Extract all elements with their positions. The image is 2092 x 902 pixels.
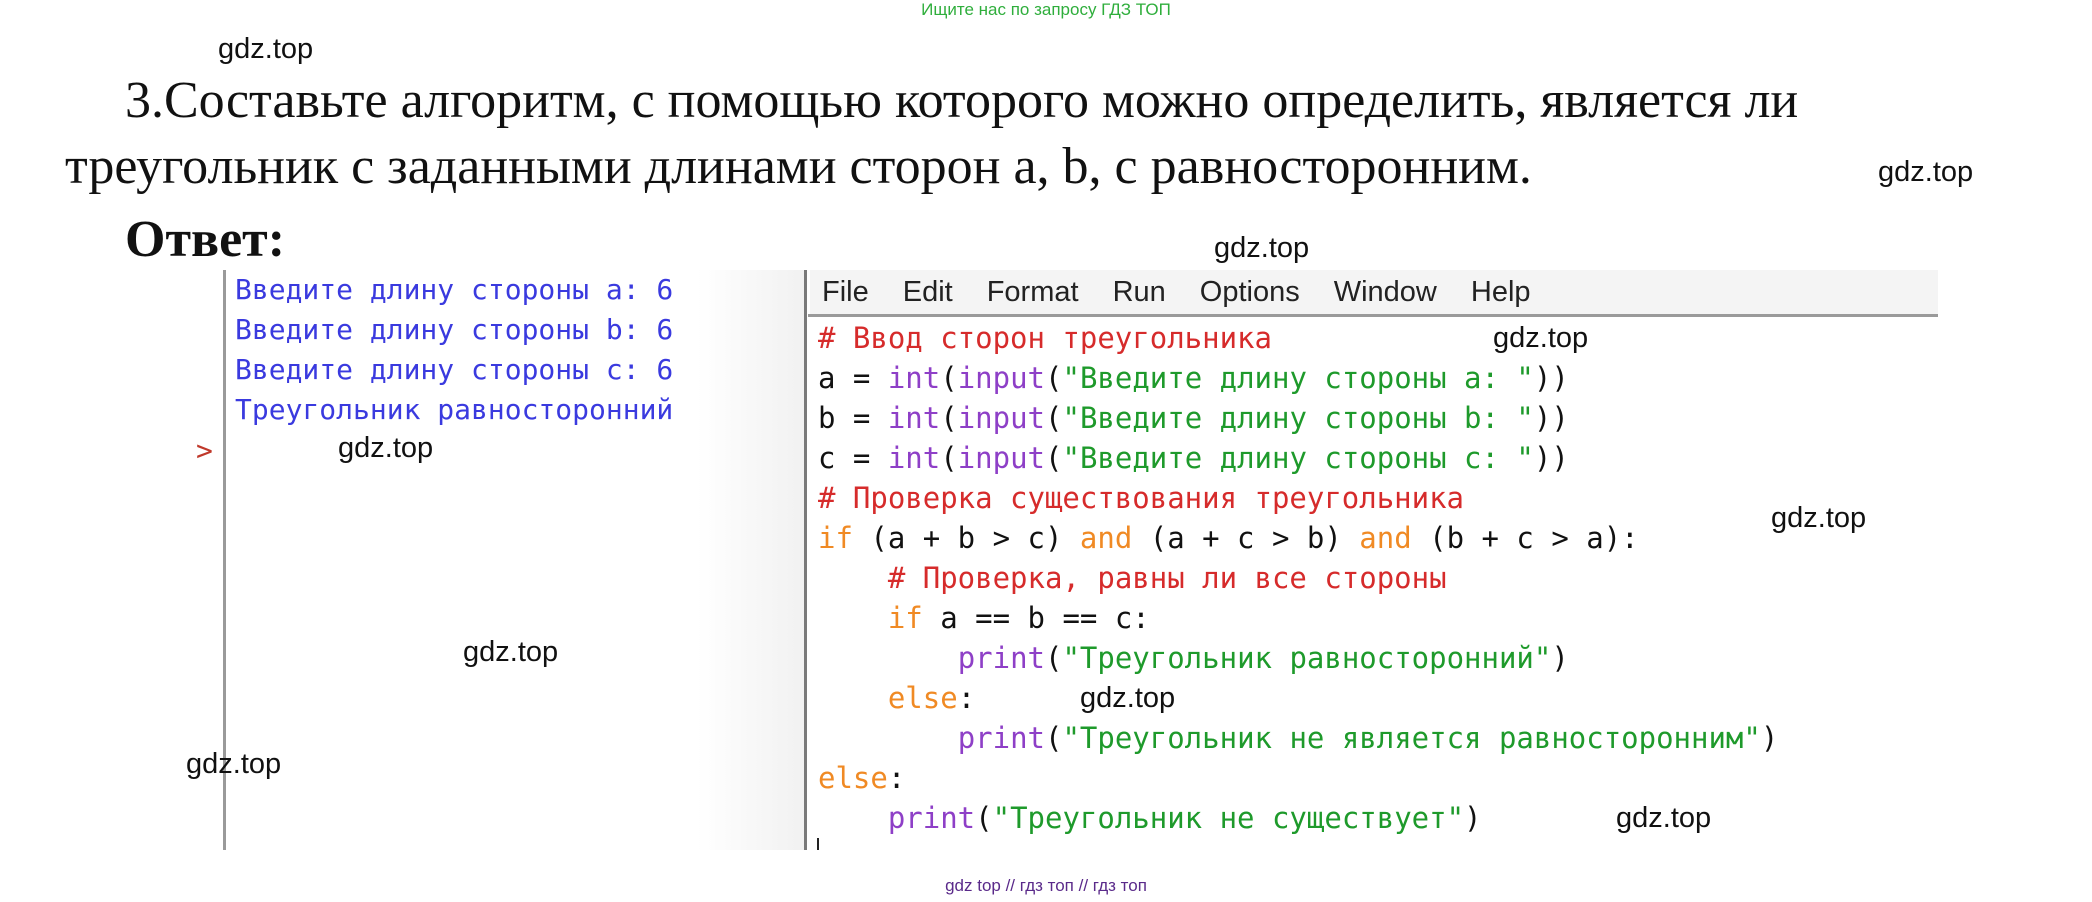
footer-note: gdz top // гдз топ // гдз топ: [945, 876, 1147, 895]
shell-line: Введите длину стороны b: 6: [235, 313, 674, 346]
code-text: (a + c > b): [1132, 521, 1360, 555]
menu-run[interactable]: Run: [1113, 276, 1166, 309]
builtin: print: [957, 641, 1045, 675]
watermark: gdz.top: [338, 432, 434, 464]
code-text: (: [1045, 441, 1063, 475]
editor-menubar: File Edit Format Run Options Window Help: [810, 270, 1938, 314]
keyword: else: [818, 761, 888, 795]
keyword: and: [1079, 521, 1133, 555]
code-text: (: [940, 441, 958, 475]
code-line-5: # Проверка существования треугольника: [818, 478, 1778, 518]
code-text: c =: [818, 441, 888, 475]
code-text: (: [1045, 401, 1063, 435]
watermark: gdz.top: [1493, 322, 1589, 354]
code-editor[interactable]: # Ввод сторон треугольника a = int(input(…: [818, 318, 1778, 838]
code-text: (: [975, 801, 993, 835]
keyword: if: [818, 521, 853, 555]
code-line-8: if a == b == c:: [818, 598, 1778, 638]
builtin: print: [957, 721, 1045, 755]
code-text: )): [1533, 401, 1569, 435]
pane-divider[interactable]: [804, 270, 807, 850]
watermark: gdz.top: [1771, 502, 1867, 534]
text-cursor: [817, 838, 819, 850]
comment: # Проверка существования треугольника: [818, 481, 1465, 515]
builtin: input: [957, 401, 1046, 435]
menu-edit[interactable]: Edit: [903, 276, 953, 309]
builtin: input: [957, 361, 1046, 395]
builtin: int: [887, 441, 941, 475]
code-line-3: b = int(input("Введите длину стороны b: …: [818, 398, 1778, 438]
string-literal: "Треугольник не является равносторонним": [1062, 721, 1761, 755]
code-text: (a + b > c): [852, 521, 1080, 555]
code-text: b =: [818, 401, 888, 435]
comment: # Ввод сторон треугольника: [818, 321, 1272, 355]
keyword: else: [887, 681, 958, 715]
menu-help[interactable]: Help: [1471, 276, 1531, 309]
watermark: gdz.top: [1878, 156, 1974, 188]
watermark: gdz.top: [1214, 232, 1310, 264]
code-line-11: print("Треугольник не является равностор…: [818, 718, 1779, 758]
string-literal: "Введите длину стороны a: ": [1062, 361, 1534, 395]
menu-format[interactable]: Format: [987, 276, 1079, 309]
builtin: input: [957, 441, 1046, 475]
code-text: :: [887, 761, 906, 795]
string-literal: "Введите длину стороны c: ": [1062, 441, 1534, 475]
watermark: gdz.top: [186, 748, 282, 780]
code-line-12: else:: [818, 758, 1778, 798]
code-line-6: if (a + b > c) and (a + c > b) and (b + …: [818, 518, 1778, 558]
comment: # Проверка, равны ли все стороны: [887, 561, 1447, 595]
code-text: (: [1045, 641, 1063, 675]
code-line-4: c = int(input("Введите длину стороны c: …: [818, 438, 1778, 478]
shell-line: Треугольник равносторонний: [235, 393, 674, 426]
shell-line: Введите длину стороны a: 6: [235, 273, 674, 306]
keyword: and: [1359, 521, 1412, 555]
code-text: ): [1551, 641, 1569, 675]
string-literal: "Введите длину стороны b: ": [1062, 401, 1534, 435]
header-note: Ищите нас по запросу ГДЗ ТОП: [921, 0, 1171, 19]
shell-prompt[interactable]: >: [196, 434, 213, 467]
code-text: a == b == c:: [922, 601, 1150, 635]
task-line-2: треугольник с заданными длинами сторон a…: [65, 138, 1532, 195]
code-line-1: # Ввод сторон треугольника: [818, 318, 1778, 358]
string-literal: "Треугольник не существует": [992, 801, 1465, 835]
watermark: gdz.top: [1080, 682, 1176, 714]
code-text: (: [940, 401, 958, 435]
code-line-7: # Проверка, равны ли все стороны: [818, 558, 1778, 598]
watermark: gdz.top: [1616, 802, 1712, 834]
menu-window[interactable]: Window: [1334, 276, 1437, 309]
code-text: :: [957, 681, 976, 715]
menu-options[interactable]: Options: [1200, 276, 1300, 309]
watermark: gdz.top: [218, 33, 314, 65]
code-text: )): [1533, 361, 1569, 395]
code-text: ): [1464, 801, 1482, 835]
builtin: int: [887, 401, 941, 435]
code-text: )): [1533, 441, 1569, 475]
code-line-9: print("Треугольник равносторонний"): [818, 638, 1778, 678]
task-line-1: 3.Составьте алгоритм, с помощью которого…: [125, 72, 1799, 129]
code-line-10: else:: [818, 678, 1778, 718]
code-line-2: a = int(input("Введите длину стороны a: …: [818, 358, 1778, 398]
code-text: ): [1760, 721, 1779, 755]
watermark: gdz.top: [463, 636, 559, 668]
code-text: (b + c > a):: [1411, 521, 1639, 555]
code-text: a =: [818, 361, 888, 395]
answer-label: Ответ:: [125, 211, 286, 268]
menu-file[interactable]: File: [822, 276, 869, 309]
builtin: int: [887, 361, 941, 395]
code-text: (: [940, 361, 958, 395]
keyword: if: [887, 601, 923, 635]
code-text: (: [1045, 361, 1063, 395]
string-literal: "Треугольник равносторонний": [1062, 641, 1552, 675]
builtin: print: [887, 801, 976, 835]
code-text: (: [1045, 721, 1063, 755]
shell-line: Введите длину стороны c: 6: [235, 353, 674, 386]
menubar-separator: [808, 314, 1938, 317]
task-text: 3.Составьте алгоритм, с помощью которого…: [65, 68, 2055, 200]
shell-output: Введите длину стороны a: 6 Введите длину …: [235, 270, 673, 430]
